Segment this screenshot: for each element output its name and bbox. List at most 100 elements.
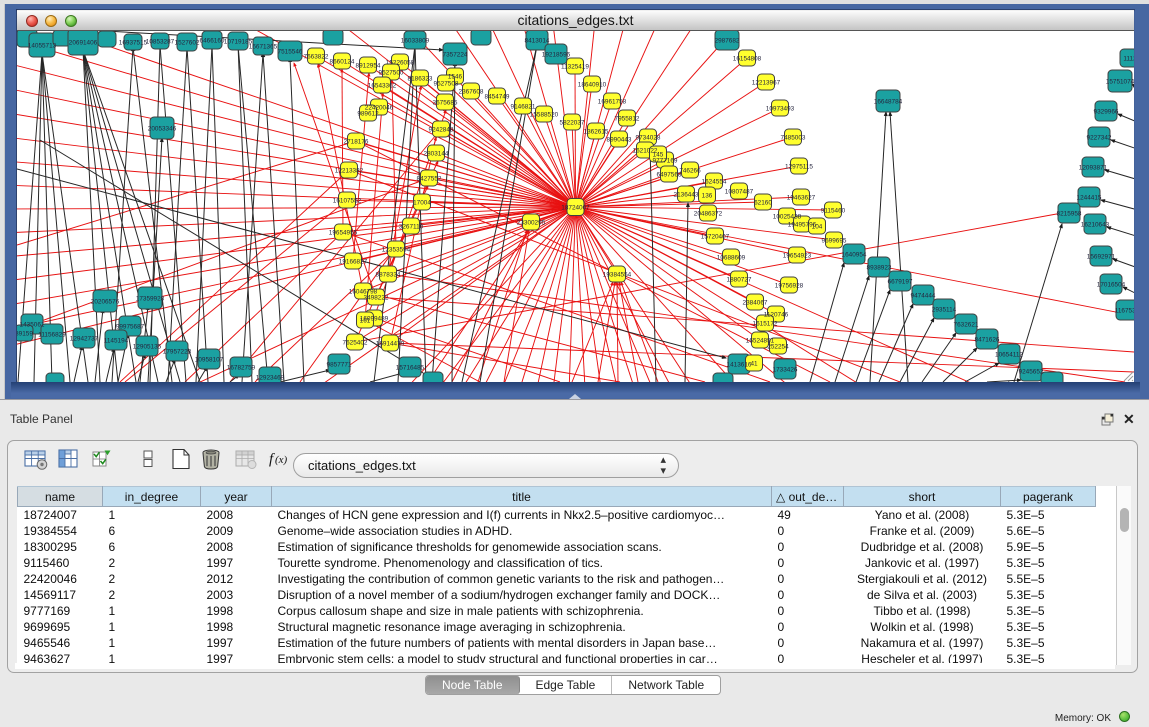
svg-text:9146821: 9146821 [511,104,536,111]
svg-text:1615172: 1615172 [753,321,778,328]
svg-text:10973493: 10973493 [766,106,795,113]
svg-text:16154808: 16154808 [733,56,762,63]
svg-text:15720407: 15720407 [701,234,730,241]
svg-text:1640954: 1640954 [842,252,867,259]
svg-text:7625402: 7625402 [343,340,368,347]
svg-text:2367608: 2367608 [459,89,484,96]
svg-text:2136443: 2136443 [674,192,699,199]
svg-text:17016504: 17016504 [1097,282,1126,289]
svg-text:2935114: 2935114 [932,307,957,314]
svg-text:8454749: 8454749 [485,94,510,101]
svg-text:7485003: 7485003 [781,135,806,142]
svg-text:3267110: 3267110 [399,224,424,231]
svg-text:104: 104 [812,224,823,231]
svg-text:1733426: 1733426 [773,367,798,374]
svg-text:9527500: 9527500 [379,70,404,77]
svg-text:7357224: 7357224 [443,52,468,59]
svg-text:9115460: 9115460 [821,208,846,215]
svg-text:1145194: 1145194 [104,338,129,345]
svg-text:12923468: 12923468 [256,375,285,382]
svg-text:252254: 252254 [767,344,789,351]
svg-text:1244415: 1244415 [1077,195,1102,202]
svg-text:10025438: 10025438 [773,214,802,221]
svg-text:19756928: 19756928 [775,283,804,290]
svg-text:12905135: 12905135 [133,344,162,351]
svg-text:18724007: 18724007 [561,205,590,212]
svg-text:23300295: 23300295 [517,220,546,227]
svg-text:10807487: 10807487 [725,189,754,196]
svg-text:6497568: 6497568 [657,172,682,179]
svg-text:12093871: 12093871 [1079,165,1108,172]
svg-text:6466160: 6466160 [200,38,225,45]
svg-text:20486372: 20486372 [694,211,723,218]
svg-text:8427552: 8427552 [417,176,442,183]
svg-text:9329966: 9329966 [1094,109,1119,116]
svg-text:19384554: 19384554 [603,272,632,279]
svg-text:7515546: 7515546 [278,49,303,56]
svg-text:62160: 62160 [754,200,772,207]
svg-text:15692971: 15692971 [1087,254,1116,261]
svg-text:2384067: 2384067 [743,300,768,307]
svg-text:9699695: 9699695 [822,238,847,245]
svg-text:989612: 989612 [357,111,379,118]
svg-text:145: 145 [653,152,664,159]
svg-text:9527508: 9527508 [434,81,459,88]
svg-text:9474444: 9474444 [911,293,936,300]
svg-text:8912954: 8912954 [356,63,381,70]
svg-text:2987682: 2987682 [715,38,740,45]
svg-text:9734028: 9734028 [636,135,661,142]
svg-text:8215958: 8215958 [1057,211,1082,218]
svg-text:1112: 1112 [1123,56,1134,63]
svg-text:1167534: 1167534 [1115,308,1134,315]
svg-text:1546: 1546 [448,74,463,81]
svg-text:10688609: 10688609 [717,255,746,262]
svg-text:9857771: 9857771 [327,362,352,369]
svg-text:19218596: 19218596 [542,52,571,59]
svg-text:19463627: 19463627 [787,195,816,202]
svg-text:20691406: 20691406 [69,40,98,47]
svg-text:9227342: 9227342 [1087,135,1112,142]
svg-text:10853287: 10853287 [146,39,175,46]
svg-text:1413616: 1413616 [727,362,752,369]
svg-text:1527602: 1527602 [175,40,200,47]
svg-text:12942737: 12942737 [70,336,99,343]
svg-text:17957223: 17957223 [163,349,192,356]
svg-text:15226058: 15226058 [386,60,415,67]
svg-text:19654923: 19654923 [783,253,812,260]
svg-text:19166827: 19166827 [339,259,368,266]
svg-text:12213382: 12213382 [335,168,364,175]
svg-text:12975115: 12975115 [785,164,813,171]
svg-text:16107552: 16107552 [333,198,362,205]
svg-text:19654955: 19654955 [329,230,358,237]
svg-text:7632621: 7632621 [954,322,979,329]
svg-text:8938923: 8938923 [867,265,892,272]
svg-text:5822037: 5822037 [560,120,585,127]
svg-text:18640910: 18640910 [578,82,607,89]
svg-text:17359928: 17359928 [136,296,165,303]
svg-text:12213967: 12213967 [752,80,781,87]
svg-text:15716485: 15716485 [396,365,425,372]
svg-text:16782759: 16782759 [227,365,256,372]
svg-text:20053346: 20053346 [148,126,177,133]
svg-text:11325419: 11325419 [561,64,589,71]
svg-text:6679197: 6679197 [888,279,913,286]
svg-text:9242848: 9242848 [429,127,454,134]
svg-text:20206576: 20206576 [91,299,120,306]
svg-text:746266: 746266 [679,168,701,175]
svg-text:1624554: 1624554 [702,179,727,186]
svg-text:10654112: 10654112 [995,352,1023,359]
svg-text:8660124: 8660124 [330,59,355,66]
svg-text:16543362: 16543362 [368,83,397,90]
svg-text:16033809: 16033809 [401,38,430,45]
svg-text:8878334: 8878334 [376,272,401,279]
svg-text:16210643: 16210643 [1081,222,1110,229]
svg-text:12353594: 12353594 [382,247,411,254]
svg-text:3498222: 3498222 [364,295,389,302]
svg-text:7955812: 7955812 [615,116,640,123]
svg-text:16671365: 16671365 [249,44,278,51]
svg-text:2718176: 2718176 [344,139,369,146]
svg-text:7663822: 7663822 [304,54,329,61]
svg-text:(x): (x) [275,454,288,466]
svg-text:11156829: 11156829 [38,332,66,339]
svg-text:8471626: 8471626 [975,337,1000,344]
